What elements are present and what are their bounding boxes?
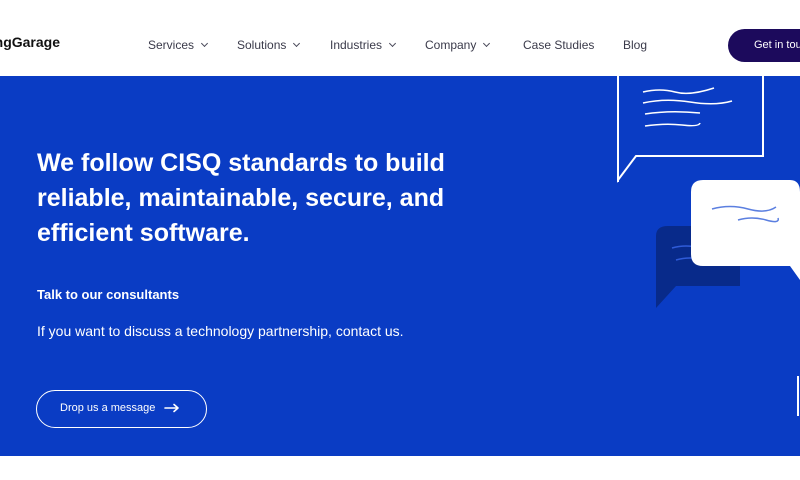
chevron-down-icon [483,39,491,48]
white-speech-bubble-icon [691,180,800,280]
chevron-down-icon [293,39,301,48]
nav-item-case-studies[interactable]: Case Studies [523,38,594,52]
nav-item-label: Company [425,38,477,52]
get-in-touch-button[interactable]: Get in touch [728,29,800,62]
hero-subheading: Talk to our consultants [37,287,180,302]
logo[interactable]: ngGarage [0,30,60,54]
hero-section: We follow CISQ standards to build reliab… [0,76,800,456]
hero-headline: We follow CISQ standards to build reliab… [37,146,517,251]
cta-label: Get in touch [754,39,800,51]
chevron-down-icon [388,39,397,48]
page-bottom-strip [0,456,800,480]
nav-item-services[interactable]: Services [148,38,209,52]
headline-line: efficient software. [37,219,250,247]
nav-item-solutions[interactable]: Solutions [237,38,301,52]
headline-line: We follow CISQ standards to build [37,149,445,177]
nav-item-industries[interactable]: Industries [330,38,397,52]
drop-us-a-message-button[interactable]: Drop us a message [36,390,207,428]
button-label: Drop us a message [60,402,156,414]
nav-item-label: Industries [330,38,383,52]
chevron-down-icon [200,39,209,48]
nav-item-label: Solutions [237,38,287,52]
arrow-right-icon [164,403,180,413]
nav-item-label: Case Studies [523,38,595,52]
nav-item-company[interactable]: Company [425,38,491,52]
site-header: ngGarage Services Solutions Industries C… [0,0,800,76]
headline-line: reliable, maintainable, secure, and [37,184,445,212]
nav-item-label: Services [148,38,195,52]
logo-text: ngGarage [0,34,60,50]
nav-item-label: Blog [623,38,648,52]
hero-description: If you want to discuss a technology part… [37,323,404,339]
nav-item-blog[interactable]: Blog [623,38,647,52]
